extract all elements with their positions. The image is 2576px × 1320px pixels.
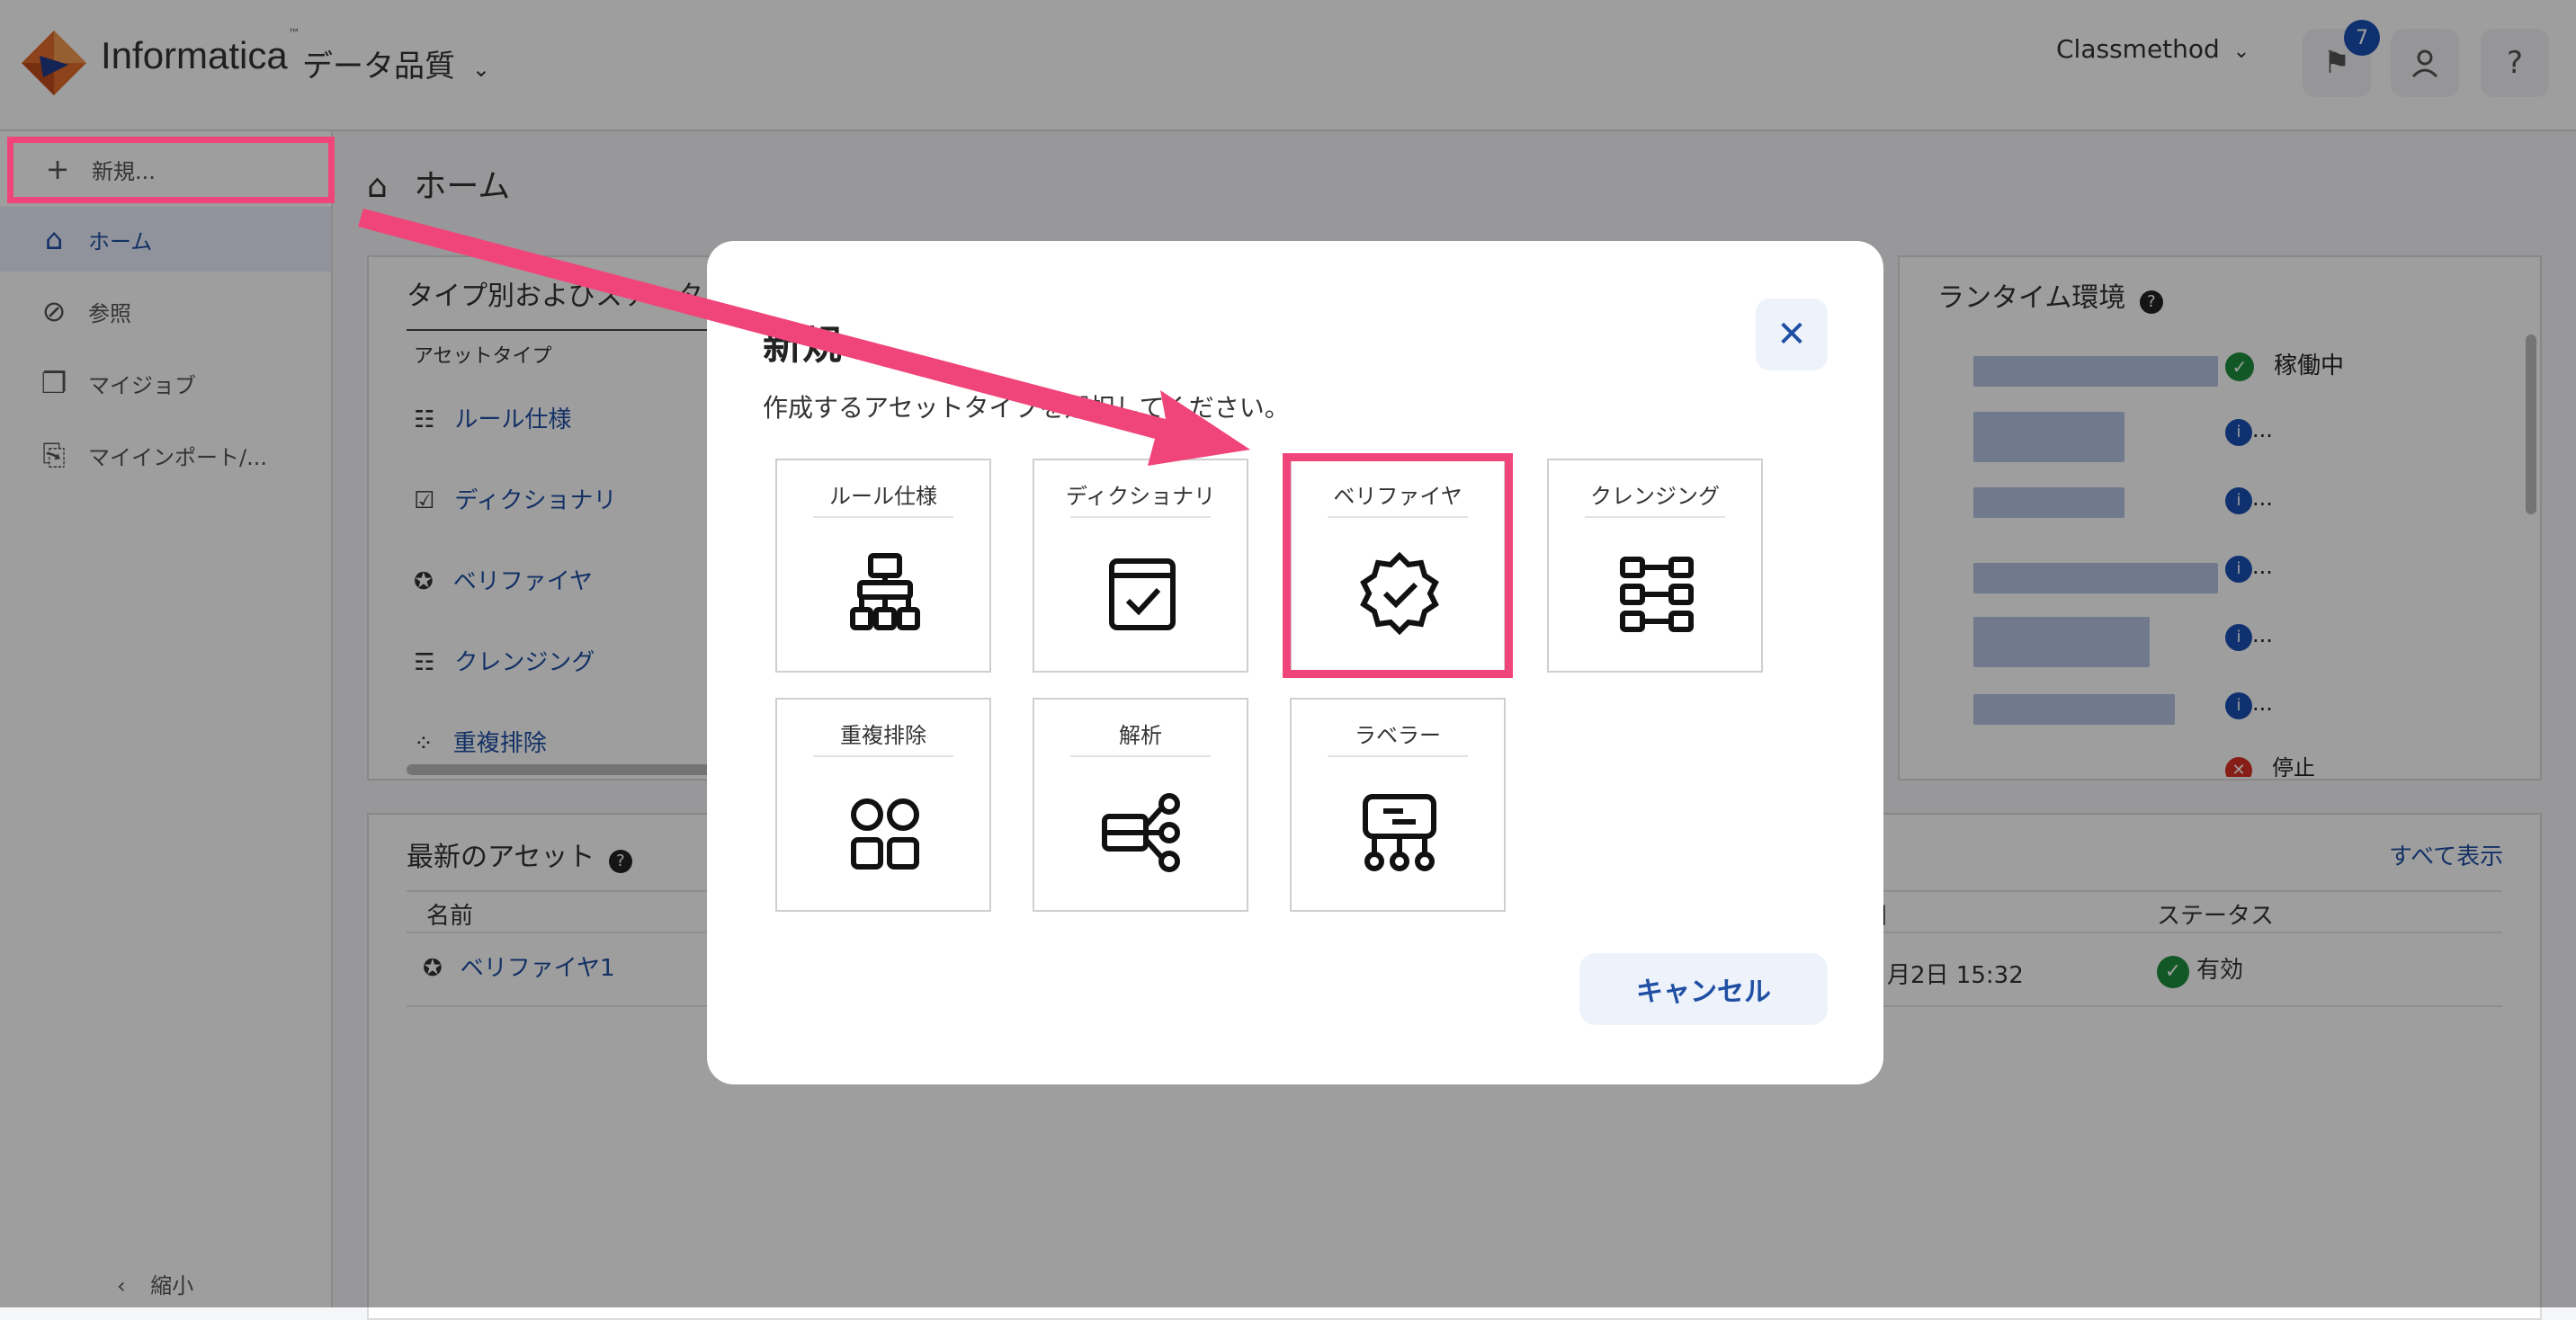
annotation-arrow <box>358 209 1250 466</box>
